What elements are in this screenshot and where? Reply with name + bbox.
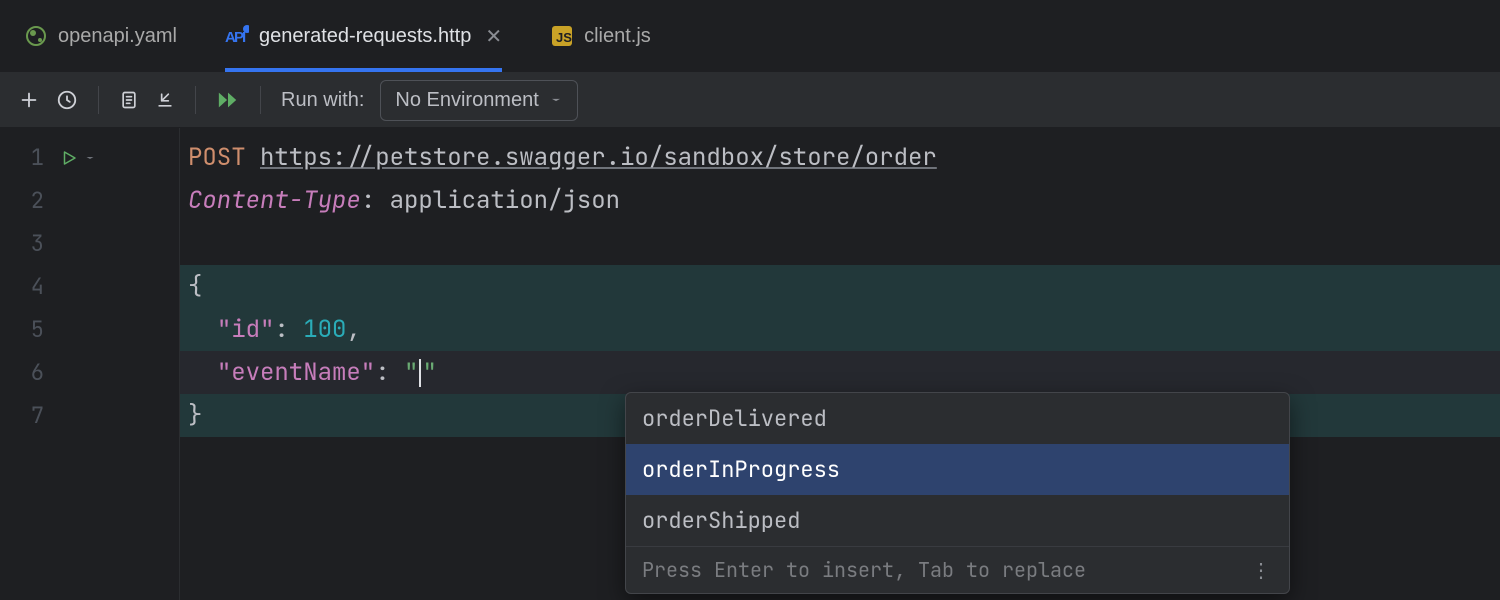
openapi-icon bbox=[24, 24, 48, 48]
http-client-toolbar: Run with: No Environment bbox=[0, 73, 1500, 128]
code-token: : bbox=[274, 314, 303, 345]
editor-tabbar: openapi.yaml API generated-requests.http ✕ J… bbox=[0, 0, 1500, 73]
code-token: " bbox=[404, 357, 418, 388]
run-with-label: Run with: bbox=[281, 89, 364, 112]
code-token: 100 bbox=[303, 314, 346, 345]
completion-footer: Press Enter to insert, Tab to replace ⋮ bbox=[626, 546, 1289, 593]
completion-hint: Press Enter to insert, Tab to replace bbox=[642, 557, 1086, 583]
add-request-button[interactable] bbox=[18, 89, 40, 111]
code-line[interactable]: Content-Type: application/json bbox=[180, 179, 1500, 222]
more-icon[interactable]: ⋮ bbox=[1251, 557, 1273, 583]
code-token: : bbox=[375, 357, 404, 388]
code-token: https://petstore.swagger.io/sandbox/stor… bbox=[260, 142, 937, 173]
gutter-line: 5 bbox=[0, 308, 179, 351]
completion-item[interactable]: orderDelivered bbox=[626, 393, 1289, 444]
editor-gutter: 1 2 3 4 5 6 7 bbox=[0, 128, 180, 600]
tab-label: client.js bbox=[584, 25, 651, 48]
chevron-down-icon bbox=[549, 93, 563, 107]
code-token: " bbox=[422, 357, 436, 388]
code-token: Content-Type bbox=[188, 185, 361, 216]
history-button[interactable] bbox=[56, 89, 78, 111]
environment-select[interactable]: No Environment bbox=[380, 80, 577, 121]
tab-label: generated-requests.http bbox=[259, 25, 471, 48]
text-caret bbox=[419, 359, 421, 387]
code-line[interactable]: "eventName": "" bbox=[180, 351, 1500, 394]
toolbar-divider bbox=[260, 86, 261, 114]
tab-openapi-yaml[interactable]: openapi.yaml bbox=[0, 0, 201, 72]
code-line[interactable] bbox=[180, 222, 1500, 265]
gutter-line: 2 bbox=[0, 179, 179, 222]
code-token: { bbox=[188, 271, 202, 302]
completion-item[interactable]: orderShipped bbox=[626, 495, 1289, 546]
gutter-line: 7 bbox=[0, 394, 179, 437]
line-number: 3 bbox=[0, 229, 60, 258]
editor[interactable]: 1 2 3 4 5 6 7 POST https://petstore.swagger.io… bbox=[0, 128, 1500, 600]
line-number: 2 bbox=[0, 186, 60, 215]
close-icon[interactable]: ✕ bbox=[485, 24, 502, 49]
toolbar-divider bbox=[98, 86, 99, 114]
completion-item[interactable]: orderInProgress bbox=[626, 444, 1289, 495]
code-token: } bbox=[188, 400, 202, 431]
code-token: "id" bbox=[217, 314, 275, 345]
api-icon: API bbox=[225, 24, 249, 48]
code-token: , bbox=[346, 314, 360, 345]
run-all-button[interactable] bbox=[216, 89, 240, 111]
editor-code-area[interactable]: POST https://petstore.swagger.io/sandbox… bbox=[180, 128, 1500, 600]
completion-popup: orderDeliveredorderInProgressorderShippe… bbox=[625, 392, 1290, 594]
tab-client-js[interactable]: JS client.js bbox=[526, 0, 675, 72]
chevron-down-icon[interactable] bbox=[78, 152, 96, 164]
line-number: 6 bbox=[0, 358, 60, 387]
code-line[interactable]: "id": 100, bbox=[180, 308, 1500, 351]
code-line[interactable]: { bbox=[180, 265, 1500, 308]
js-icon: JS bbox=[550, 24, 574, 48]
line-number: 5 bbox=[0, 315, 60, 344]
code-line[interactable]: POST https://petstore.swagger.io/sandbox… bbox=[180, 136, 1500, 179]
code-token bbox=[188, 314, 217, 345]
tab-label: openapi.yaml bbox=[58, 25, 177, 48]
line-number: 7 bbox=[0, 401, 60, 430]
line-number: 4 bbox=[0, 272, 60, 301]
environment-selected-label: No Environment bbox=[395, 89, 538, 112]
gutter-line: 4 bbox=[0, 265, 179, 308]
code-token: POST bbox=[188, 142, 260, 173]
gutter-line: 3 bbox=[0, 222, 179, 265]
toolbar-divider bbox=[195, 86, 196, 114]
examples-button[interactable] bbox=[119, 89, 139, 111]
import-button[interactable] bbox=[155, 89, 175, 111]
gutter-line: 1 bbox=[0, 136, 179, 179]
gutter-line: 6 bbox=[0, 351, 179, 394]
code-token: : application/json bbox=[361, 185, 620, 216]
line-number: 1 bbox=[0, 143, 60, 172]
code-token bbox=[188, 357, 217, 388]
tab-generated-requests-http[interactable]: API generated-requests.http ✕ bbox=[201, 0, 526, 72]
run-in-gutter-icon[interactable] bbox=[60, 149, 78, 167]
svg-text:JS: JS bbox=[556, 30, 572, 45]
code-token: "eventName" bbox=[217, 357, 375, 388]
